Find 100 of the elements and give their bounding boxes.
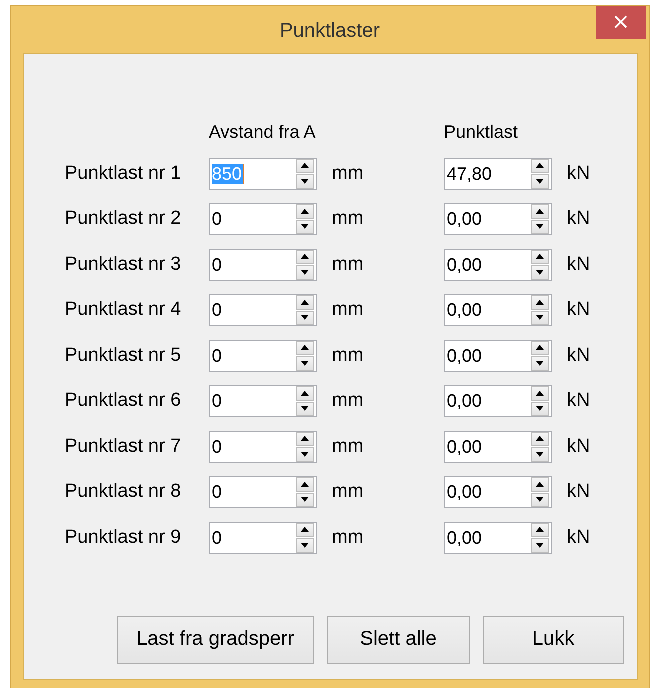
spin-up-button[interactable] <box>296 477 314 492</box>
spin-field[interactable]: 0,00 <box>444 340 552 372</box>
unit-label: mm <box>331 208 365 230</box>
spin-down-button[interactable] <box>296 174 314 188</box>
unit-label: kN <box>566 208 592 230</box>
up-arrow-icon <box>536 390 544 396</box>
unit-label: kN <box>566 526 592 548</box>
spin-down-button[interactable] <box>531 310 549 325</box>
spin-field[interactable]: 0,00 <box>444 430 552 462</box>
spin-up-button[interactable] <box>296 158 314 173</box>
row-label: Punktlast nr 1 <box>65 162 182 184</box>
window-title: Punktlaster <box>280 20 380 43</box>
spin-down-button[interactable] <box>531 174 549 188</box>
unit-label: mm <box>331 162 365 184</box>
down-arrow-icon <box>536 452 544 457</box>
spin-field[interactable]: 0,00 <box>444 294 552 326</box>
spin-down-button[interactable] <box>531 265 549 280</box>
spin-up-button[interactable] <box>531 158 549 173</box>
spin-down-button[interactable] <box>531 402 549 416</box>
spin-up-button[interactable] <box>296 340 314 355</box>
down-arrow-icon <box>301 315 309 320</box>
spin-up-button[interactable] <box>296 250 314 264</box>
up-arrow-icon <box>536 163 544 168</box>
up-arrow-icon <box>536 254 544 260</box>
down-arrow-icon <box>301 270 309 275</box>
spin-up-button[interactable] <box>296 432 314 446</box>
up-arrow-icon <box>301 436 309 442</box>
spin-down-button[interactable] <box>531 356 549 370</box>
down-arrow-icon <box>301 406 309 412</box>
spin-field[interactable]: 0,00 <box>444 385 552 417</box>
unit-label: mm <box>331 390 365 412</box>
spin-field[interactable]: 0,00 <box>444 248 552 280</box>
up-arrow-icon <box>536 482 544 487</box>
up-arrow-icon <box>301 254 309 260</box>
unit-label: kN <box>566 481 592 503</box>
up-arrow-icon <box>301 390 309 396</box>
unit-label: kN <box>566 299 592 321</box>
unit-label: mm <box>331 481 365 503</box>
unit-label: mm <box>331 254 365 276</box>
down-arrow-icon <box>301 178 309 184</box>
spin-field[interactable]: 0 <box>209 522 317 554</box>
spin-down-button[interactable] <box>531 492 549 507</box>
spin-down-button[interactable] <box>296 356 314 370</box>
spin-down-button[interactable] <box>296 538 314 552</box>
row-label: Punktlast nr 6 <box>65 390 182 412</box>
column-header: Avstand fra A <box>209 121 316 144</box>
delete-all-button[interactable]: Slett alle <box>327 616 470 664</box>
down-arrow-icon <box>536 315 544 320</box>
spin-field[interactable]: 0 <box>209 385 317 417</box>
spin-down-button[interactable] <box>296 310 314 325</box>
column-header: Punktlast <box>444 121 518 144</box>
spin-up-button[interactable] <box>296 295 314 310</box>
spin-up-button[interactable] <box>531 204 549 218</box>
spin-down-button[interactable] <box>296 402 314 416</box>
down-arrow-icon <box>301 542 309 548</box>
up-arrow-icon <box>536 300 544 305</box>
spin-up-button[interactable] <box>531 432 549 446</box>
spin-down-button[interactable] <box>531 447 549 462</box>
up-arrow-icon <box>301 345 309 350</box>
down-arrow-icon <box>301 452 309 457</box>
spin-up-button[interactable] <box>296 386 314 400</box>
spin-up-button[interactable] <box>531 295 549 310</box>
spin-down-button[interactable] <box>531 220 549 234</box>
row-label: Punktlast nr 3 <box>65 254 182 276</box>
up-arrow-icon <box>301 482 309 487</box>
spin-up-button[interactable] <box>531 340 549 355</box>
spin-field[interactable]: 0 <box>209 203 317 235</box>
unit-label: kN <box>566 390 592 412</box>
spin-up-button[interactable] <box>531 386 549 400</box>
spin-field[interactable]: 0 <box>209 340 317 372</box>
spin-field[interactable]: 0 <box>209 294 317 326</box>
unit-label: mm <box>331 299 365 321</box>
spin-down-button[interactable] <box>296 220 314 234</box>
up-arrow-icon <box>536 208 544 214</box>
spin-field[interactable]: 47,80 <box>444 158 552 190</box>
spin-field[interactable]: 0,00 <box>444 522 552 554</box>
spin-up-button[interactable] <box>531 477 549 492</box>
down-arrow-icon <box>536 497 544 502</box>
spin-down-button[interactable] <box>296 492 314 507</box>
spin-field[interactable]: 0 <box>209 430 317 462</box>
spin-field[interactable]: 0 <box>209 476 317 508</box>
spin-up-button[interactable] <box>531 522 549 537</box>
close-dialog-button[interactable]: Lukk <box>483 616 624 664</box>
down-arrow-icon <box>536 406 544 412</box>
close-button[interactable]: × <box>596 6 646 39</box>
spin-up-button[interactable] <box>296 204 314 218</box>
spin-field[interactable]: 0,00 <box>444 476 552 508</box>
spin-down-button[interactable] <box>296 265 314 280</box>
up-arrow-icon <box>536 527 544 532</box>
down-arrow-icon <box>301 224 309 230</box>
down-arrow-icon <box>536 270 544 275</box>
load-button[interactable]: Last fra gradsperr <box>117 616 314 664</box>
spin-down-button[interactable] <box>296 447 314 462</box>
spin-up-button[interactable] <box>531 250 549 264</box>
spin-field[interactable]: 0,00 <box>444 203 552 235</box>
spin-field[interactable]: 0 <box>209 248 317 280</box>
spin-down-button[interactable] <box>531 538 549 552</box>
down-arrow-icon <box>536 178 544 184</box>
unit-label: kN <box>566 162 592 184</box>
spin-up-button[interactable] <box>296 522 314 537</box>
